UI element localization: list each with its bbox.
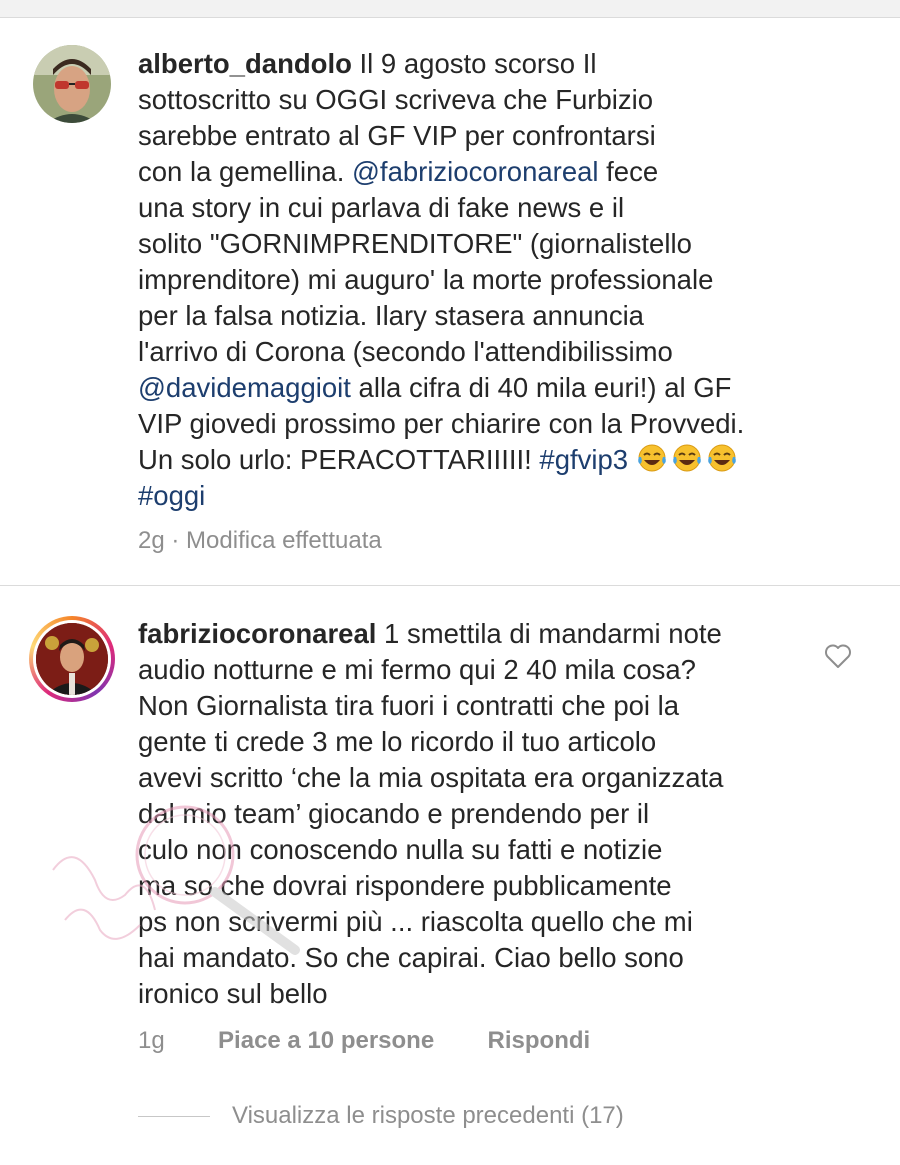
text-segment: per la falsa notizia. Ilary stasera annu… bbox=[138, 300, 644, 331]
mention-link[interactable]: #gfvip3 bbox=[539, 444, 628, 475]
text-segment: ps non scrivermi più ... riascolta quell… bbox=[138, 906, 693, 937]
text-segment: sarebbe entrato al GF VIP per confrontar… bbox=[138, 120, 656, 151]
username-link[interactable]: fabriziocoronareal bbox=[138, 618, 376, 649]
comment-text: Il 9 agosto scorso Il sottoscritto su OGG… bbox=[138, 48, 744, 511]
text-segment: avevi scritto ‘che la mia ospitata era o… bbox=[138, 762, 724, 793]
text-segment: Non Giornalista tira fuori i contratti c… bbox=[138, 690, 680, 721]
comment-age: 1g bbox=[138, 1027, 165, 1054]
text-segment: fece bbox=[598, 156, 659, 187]
username-link[interactable]: alberto_dandolo bbox=[138, 48, 352, 79]
comment-meta: 2g · Modifica effettuata bbox=[138, 527, 382, 555]
comment-body: fabriziocoronareal 1 smettila di mandarm… bbox=[138, 616, 828, 1012]
edited-label: Modifica effettuata bbox=[186, 527, 382, 554]
meta-separator: · bbox=[171, 527, 180, 554]
text-segment: alla cifra di 40 mila euri!) al GF bbox=[350, 372, 732, 403]
text-segment: l'arrivo di Corona (secondo l'attendibil… bbox=[138, 336, 673, 367]
laughing-tears-emoji-icon bbox=[707, 444, 736, 472]
text-segment: VIP giovedi prossimo per chiarire con la… bbox=[138, 408, 745, 439]
mention-link[interactable]: @fabriziocoronareal bbox=[352, 156, 599, 187]
text-segment: hai mandato. So che capirai. Ciao bello … bbox=[138, 942, 684, 973]
text-segment: dal mio team’ giocando e prendendo per i… bbox=[138, 798, 650, 829]
text-segment bbox=[628, 444, 636, 475]
text-segment: Un solo urlo: PERACOTTARIIIII! bbox=[138, 444, 540, 475]
avatar[interactable] bbox=[33, 45, 111, 123]
divider bbox=[0, 585, 900, 586]
text-segment: Il 9 agosto scorso Il bbox=[359, 48, 597, 79]
text-segment: imprenditore) mi auguro' la morte profes… bbox=[138, 264, 714, 295]
view-previous-label: Visualizza le risposte precedenti (17) bbox=[232, 1102, 624, 1129]
text-segment: una story in cui parlava di fake news e … bbox=[138, 192, 625, 223]
comment-age: 2g bbox=[138, 527, 165, 554]
text-segment: sottoscritto su OGGI scriveva che Furbiz… bbox=[138, 84, 654, 115]
text-segment: con la gemellina. bbox=[138, 156, 353, 187]
text-segment: ironico sul bello bbox=[138, 978, 328, 1009]
likes-link[interactable]: Piace a 10 persone bbox=[218, 1027, 434, 1054]
comment-text: 1 smettila di mandarmi note audio notturn… bbox=[138, 618, 723, 1009]
text-segment: ma so che dovrai rispondere pubblicament… bbox=[138, 870, 672, 901]
text-segment: solito "GORNIMPRENDITORE" (giornalistell… bbox=[138, 228, 692, 259]
text-segment: 1 smettila di mandarmi note bbox=[384, 618, 722, 649]
comment-body: alberto_dandolo Il 9 agosto scorso Il sot… bbox=[138, 46, 858, 514]
laughing-tears-emoji-icon bbox=[637, 444, 666, 472]
laughing-tears-emoji-icon bbox=[672, 444, 701, 472]
avatar-photo bbox=[33, 45, 111, 123]
reply-button[interactable]: Rispondi bbox=[488, 1027, 591, 1054]
avatar-story-ring[interactable] bbox=[29, 616, 115, 702]
text-segment: culo non conoscendo nulla su fatti e not… bbox=[138, 834, 663, 865]
replies-line bbox=[138, 1116, 210, 1117]
mention-link[interactable]: #oggi bbox=[138, 480, 205, 511]
top-strip bbox=[0, 0, 900, 18]
comment-meta: 1g Piace a 10 persone Rispondi bbox=[138, 1027, 590, 1055]
text-segment: audio notturne e mi fermo qui 2 40 mila … bbox=[138, 654, 696, 685]
mention-link[interactable]: @davidemaggioit bbox=[138, 372, 351, 403]
avatar-photo bbox=[36, 623, 108, 695]
text-segment: gente ti crede 3 me lo ricordo il tuo ar… bbox=[138, 726, 657, 757]
heart-icon[interactable] bbox=[824, 643, 852, 669]
avatar bbox=[36, 623, 108, 695]
